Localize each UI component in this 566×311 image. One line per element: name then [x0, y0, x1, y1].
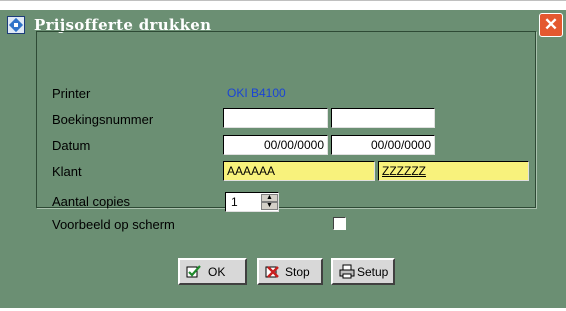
- booking-number-to-field[interactable]: [331, 108, 435, 128]
- stop-button[interactable]: Stop: [257, 258, 323, 285]
- ok-button-label: OK: [208, 265, 226, 279]
- date-to-field[interactable]: 00/00/0000: [331, 135, 435, 155]
- printer-label: Printer: [52, 86, 91, 101]
- booking-number-from-field[interactable]: [223, 108, 328, 128]
- preview-label: Voorbeeld op scherm: [52, 217, 175, 232]
- printer-value: OKI B4100: [227, 86, 286, 100]
- client-label: Klant: [52, 164, 82, 179]
- ok-button[interactable]: OK: [178, 258, 247, 285]
- top-border: [0, 0, 566, 6]
- spin-up-button[interactable]: ▲: [261, 194, 278, 202]
- date-from-field[interactable]: 00/00/0000: [223, 135, 328, 155]
- copies-label: Aantal copies: [52, 194, 131, 209]
- preview-checkbox[interactable]: [333, 217, 346, 230]
- setup-button-label: Setup: [357, 265, 389, 279]
- check-icon: [186, 265, 201, 278]
- booking-number-label: Boekingsnummer: [52, 112, 154, 127]
- close-button[interactable]: ✕: [539, 13, 563, 37]
- date-label: Datum: [52, 138, 91, 153]
- client-to-value: ZZZZZZ: [382, 164, 426, 178]
- client-to-field[interactable]: ZZZZZZ: [378, 161, 529, 181]
- copies-spinner[interactable]: 1 ▲ ▼: [225, 192, 279, 212]
- stop-button-label: Stop: [285, 265, 310, 279]
- dialog-window: Prijsofferte drukken ✕ Printer OKI B4100…: [0, 0, 566, 311]
- client-from-field[interactable]: AAAAAA: [223, 161, 375, 181]
- printer-icon: [339, 264, 355, 279]
- app-icon: [7, 16, 25, 34]
- setup-button[interactable]: Setup: [331, 258, 395, 285]
- spin-down-button[interactable]: ▼: [261, 202, 278, 210]
- copies-value: 1: [231, 195, 238, 209]
- stop-x-icon: [265, 266, 279, 278]
